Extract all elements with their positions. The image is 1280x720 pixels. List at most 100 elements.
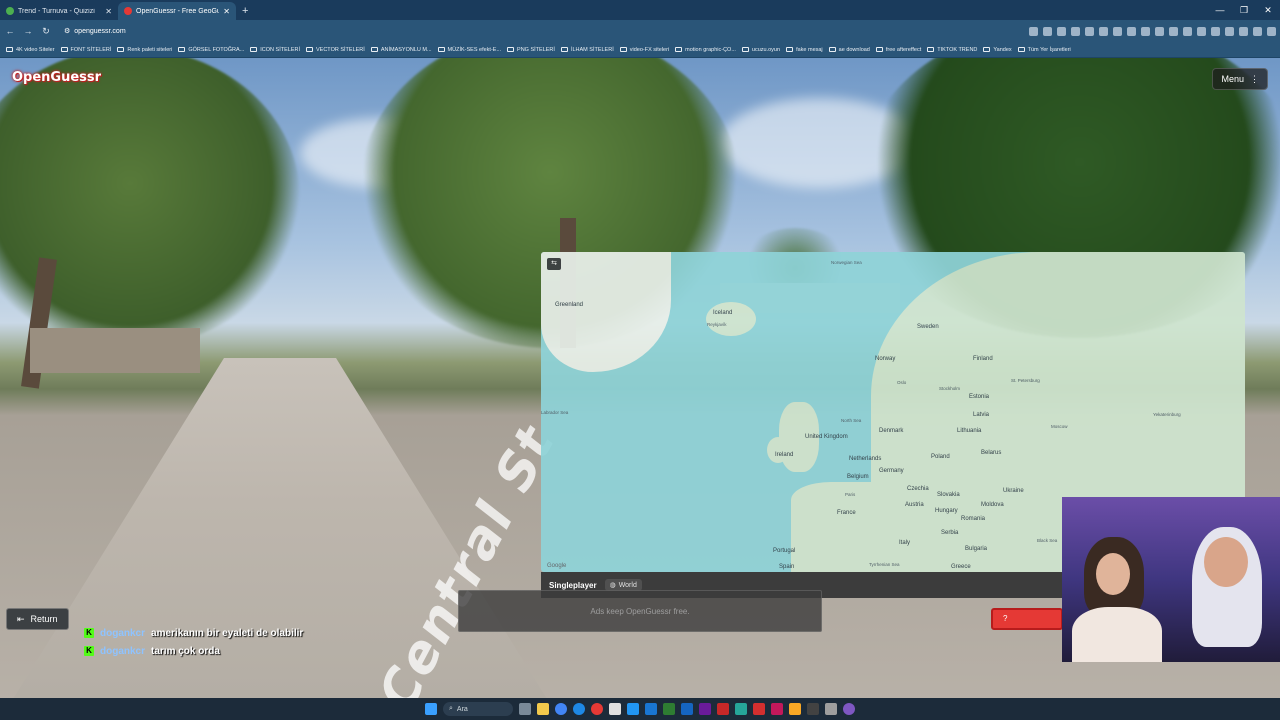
tab-title: OpenGuessr - Free GeoGu... [136, 7, 220, 15]
folder-icon [250, 47, 258, 52]
extension-icon[interactable] [1253, 26, 1262, 36]
app-icon[interactable] [609, 703, 621, 715]
map-place-label: Slovakia [937, 492, 960, 498]
bookmark-label: PNG SİTELERİ [517, 46, 555, 53]
map-place-label: Romania [961, 516, 986, 522]
windows-taskbar: ⌕ Ara [0, 698, 1280, 720]
bookmark-item[interactable]: fake mesaj [786, 47, 823, 53]
app-icon[interactable] [843, 703, 855, 715]
bookmark-item[interactable]: free aftereffect [875, 47, 921, 53]
extension-icon[interactable] [1155, 26, 1164, 36]
extension-icon[interactable] [1225, 26, 1234, 36]
edge-icon[interactable] [573, 703, 585, 715]
tab-title: Trend - Turnuva - Quizizi [18, 7, 95, 15]
app-icon[interactable] [789, 703, 801, 715]
new-tab-icon[interactable]: + [236, 5, 254, 20]
map-place-label: Norwegian Sea [831, 260, 862, 265]
reload-icon[interactable]: ↻ [40, 26, 52, 37]
tab-favicon-icon [6, 7, 14, 15]
map-place-label: Netherlands [849, 456, 882, 462]
menu-button[interactable]: Menu ⋮ [1212, 68, 1268, 90]
extension-icon[interactable] [1183, 26, 1192, 36]
screen: Trend - Turnuva - Quizizi ✕ OpenGuessr -… [0, 0, 1280, 720]
close-tab-icon[interactable]: ✕ [105, 7, 112, 16]
bookmark-label: fake mesaj [796, 46, 823, 53]
site-info-icon[interactable]: ⚙ [64, 27, 70, 35]
bookmark-item[interactable]: Tüm Yer İşaretleri [1017, 47, 1071, 53]
map-place-label: Tyrrhenian Sea [869, 562, 900, 567]
map-name: World [618, 581, 637, 589]
close-tab-icon[interactable]: ✕ [223, 7, 230, 16]
app-icon[interactable] [699, 703, 711, 715]
task-view-icon[interactable] [519, 703, 531, 715]
chat-username: dogankcr [100, 645, 146, 657]
extension-icon[interactable] [1141, 26, 1150, 36]
forward-icon[interactable]: → [22, 26, 34, 36]
bookmark-item[interactable]: Yandex [983, 47, 1012, 53]
map-size-toggle-icon[interactable]: ⇆ [547, 258, 561, 270]
extension-icon[interactable] [1127, 26, 1136, 36]
extension-icon[interactable] [1197, 26, 1206, 36]
folder-icon [786, 47, 794, 52]
browser-toolbar: ← → ↻ ⚙ openguessr.com [0, 20, 1280, 42]
extension-icon[interactable] [1071, 26, 1080, 36]
extension-icon[interactable] [1029, 26, 1038, 36]
browser-tab[interactable]: Trend - Turnuva - Quizizi ✕ [0, 2, 118, 20]
taskbar-search[interactable]: ⌕ Ara [443, 702, 513, 716]
extension-icon[interactable] [1113, 26, 1122, 36]
extension-icon[interactable] [1043, 26, 1052, 36]
bookmark-item[interactable]: ANİMASYONLU M... [370, 47, 432, 53]
app-icon[interactable] [825, 703, 837, 715]
start-icon[interactable] [425, 703, 437, 715]
excel-icon[interactable] [663, 703, 675, 715]
map-place-label: Belarus [981, 450, 1002, 456]
return-label: Return [30, 614, 58, 624]
map-place-label: Moldova [981, 502, 1004, 508]
bookmark-item[interactable]: Renk paleti siteleri [117, 47, 172, 53]
return-button[interactable]: ⇤ Return [6, 608, 69, 630]
bookmark-item[interactable]: GÖRSEL FOTOĞRA... [178, 47, 244, 53]
extension-icon[interactable] [1169, 26, 1178, 36]
return-icon: ⇤ [17, 613, 25, 624]
bookmark-item[interactable]: ICON SİTELERİ [250, 47, 300, 53]
guess-button[interactable]: ? [991, 608, 1063, 630]
browser-tab-active[interactable]: OpenGuessr - Free GeoGu... ✕ [118, 2, 236, 20]
bookmark-item[interactable]: İLHAM SİTELERİ [560, 47, 614, 53]
bookmark-item[interactable]: 4K video Siteler [6, 47, 55, 53]
app-icon[interactable] [645, 703, 657, 715]
address-bar[interactable]: ⚙ openguessr.com [58, 23, 132, 39]
opera-icon[interactable] [591, 703, 603, 715]
extension-icon[interactable] [1211, 26, 1220, 36]
back-icon[interactable]: ← [4, 26, 16, 36]
kick-logo-icon: K [84, 628, 94, 638]
app-icon[interactable] [807, 703, 819, 715]
bookmark-item[interactable]: PNG SİTELERİ [507, 47, 555, 53]
extension-icon[interactable] [1057, 26, 1066, 36]
instagram-icon[interactable] [771, 703, 783, 715]
profile-icon[interactable] [1267, 26, 1276, 36]
word-icon[interactable] [681, 703, 693, 715]
app-icon[interactable] [735, 703, 747, 715]
minimize-icon[interactable]: — [1208, 0, 1232, 20]
app-icon[interactable] [717, 703, 729, 715]
extension-icon[interactable] [1085, 26, 1094, 36]
bookmark-item[interactable]: ae download [828, 47, 870, 53]
map-place-label: Poland [931, 454, 950, 460]
openguessr-logo[interactable]: OpenGuessr [12, 70, 101, 85]
extension-icon[interactable] [1239, 26, 1248, 36]
bookmark-item[interactable]: VECTOR SİTELERİ [306, 47, 365, 53]
file-explorer-icon[interactable] [537, 703, 549, 715]
bookmark-item[interactable]: FONT SİTELERİ [60, 47, 111, 53]
app-icon[interactable] [753, 703, 765, 715]
bookmark-item[interactable]: TIKTOK TREND [927, 47, 977, 53]
close-window-icon[interactable]: ✕ [1256, 0, 1280, 20]
extension-icon[interactable] [1099, 26, 1108, 36]
chat-text: amerikanın bir eyaleti de olabilir [151, 627, 304, 639]
bookmark-item[interactable]: motion graphic-ÇO... [675, 47, 736, 53]
bookmark-item[interactable]: MÜZİK-SES efekt-E... [437, 47, 501, 53]
bookmark-item[interactable]: video-FX siteleri [619, 47, 669, 53]
chrome-icon[interactable] [555, 703, 567, 715]
maximize-icon[interactable]: ❐ [1232, 0, 1256, 20]
app-icon[interactable] [627, 703, 639, 715]
bookmark-item[interactable]: ucuzu.oyun [741, 47, 780, 53]
